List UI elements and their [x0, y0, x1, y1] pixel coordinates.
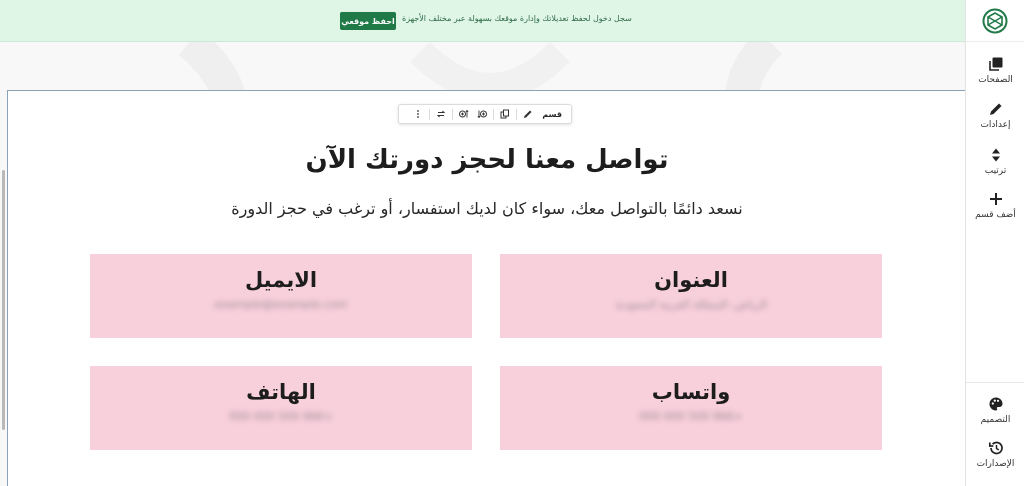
sidebar-item-label: الإصدارات: [976, 459, 1015, 469]
sidebar-item-settings[interactable]: إعدادات: [966, 101, 1024, 130]
sidebar-item-label: الصفحات: [978, 75, 1013, 85]
history-icon: [988, 441, 1003, 455]
copy-icon: [500, 109, 510, 119]
sidebar-item-pages[interactable]: الصفحات: [966, 56, 1024, 85]
add-above-icon: [459, 109, 469, 118]
pencil-icon: [524, 110, 532, 118]
editor-sidebar: الصفحات إعدادات ترتيب أضف قسم التصميم ال…: [965, 0, 1024, 486]
pencil-icon: [989, 103, 1001, 115]
sidebar-item-label: ترتيب: [984, 166, 1007, 176]
card-title: العنوان: [654, 268, 728, 292]
login-notice-bar: سجل دخول لحفظ تعديلاتك وإدارة موقعك بسهو…: [0, 0, 965, 42]
sidebar-item-label: إعدادات: [980, 120, 1011, 130]
section-title: تواصل معنا لحجز دورتك الآن: [305, 145, 669, 175]
toolbar-divider: [452, 108, 454, 120]
toolbar-divider: [493, 108, 495, 120]
card-title: الايميل: [244, 268, 318, 292]
swap-icon: [437, 110, 446, 118]
add-above-button[interactable]: [455, 105, 473, 123]
edit-section-button[interactable]: [519, 105, 537, 123]
more-vertical-icon: [417, 110, 420, 118]
card-value: +966 500 000 000: [639, 410, 743, 423]
card-value: example@example.com: [214, 298, 348, 311]
sidebar-item-design[interactable]: التصميم: [966, 396, 1024, 425]
add-below-icon: [477, 110, 488, 119]
toolbar-divider: [429, 108, 431, 120]
card-value: الرياض، المملكة العربية السعودية: [614, 298, 768, 311]
canvas-scrollbar[interactable]: [2, 170, 5, 430]
sidebar-item-versions[interactable]: الإصدارات: [966, 440, 1024, 469]
section-subtitle: نسعد دائمًا بالتواصل معك، سواء كان لديك …: [231, 199, 743, 218]
sort-icon: [991, 148, 1000, 162]
sidebar-divider: [966, 382, 1024, 383]
duplicate-section-button[interactable]: [496, 105, 514, 123]
brand-logo[interactable]: [966, 0, 1024, 42]
contact-card-phone[interactable]: الهاتف +966 500 000 000: [90, 366, 472, 450]
more-options-button[interactable]: [409, 105, 427, 123]
add-below-button[interactable]: [473, 105, 491, 123]
card-title: الهاتف: [246, 380, 316, 404]
contact-section[interactable]: تواصل معنا لحجز دورتك الآن نسعد دائمًا ب…: [7, 90, 965, 486]
pages-icon: [988, 57, 1002, 71]
card-title: واتساب: [651, 380, 731, 404]
app-root: سجل دخول لحفظ تعديلاتك وإدارة موقعك بسهو…: [0, 0, 1024, 486]
sidebar-item-add-section[interactable]: أضف قسم: [966, 191, 1024, 220]
palette-icon: [989, 397, 1002, 411]
toolbar-section-label: قسم: [542, 109, 562, 119]
login-notice-text: سجل دخول لحفظ تعديلاتك وإدارة موقعك بسهو…: [402, 14, 632, 23]
plus-icon: [989, 193, 1002, 205]
swap-section-button[interactable]: [432, 105, 450, 123]
toolbar-divider: [516, 108, 518, 120]
save-site-button[interactable]: احفظ موقعي: [340, 12, 396, 30]
sidebar-item-label: التصميم: [980, 415, 1011, 425]
card-value: +966 500 000 000: [229, 410, 333, 423]
section-toolbar: قسم: [398, 104, 572, 124]
editor-canvas: تواصل معنا لحجز دورتك الآن نسعد دائمًا ب…: [0, 42, 965, 486]
contact-card-whatsapp[interactable]: واتساب +966 500 000 000: [500, 366, 882, 450]
sidebar-item-sort[interactable]: ترتيب: [966, 147, 1024, 176]
logo-icon: [982, 8, 1008, 33]
sidebar-item-label: أضف قسم: [975, 210, 1016, 220]
contact-card-address[interactable]: العنوان الرياض، المملكة العربية السعودية: [500, 254, 882, 338]
contact-card-email[interactable]: الايميل example@example.com: [90, 254, 472, 338]
